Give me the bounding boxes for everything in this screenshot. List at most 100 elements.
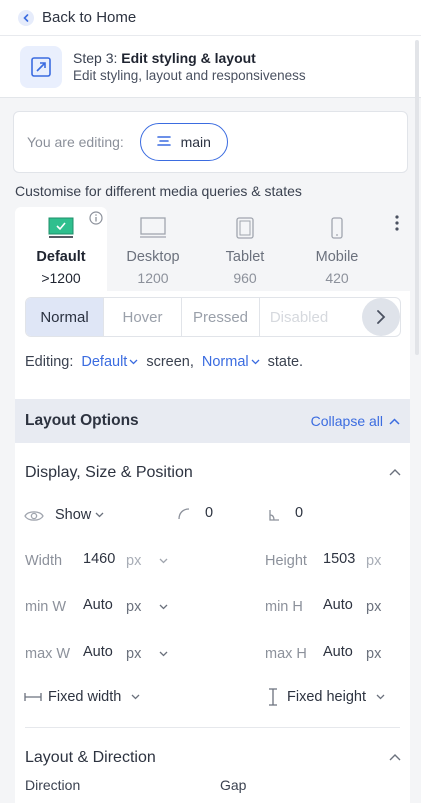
tab-tablet-name: Tablet <box>225 249 265 265</box>
display-section-title[interactable]: Display, Size & Position <box>25 464 193 482</box>
edit-layout-icon <box>20 45 62 88</box>
fixed-width-icon <box>24 693 42 701</box>
back-to-home-link[interactable]: Back to Home <box>0 0 421 36</box>
customise-label: Customise for different media queries & … <box>15 183 302 199</box>
desktop-icon <box>107 217 199 239</box>
more-options-icon[interactable] <box>390 214 404 235</box>
tab-desktop-size: 1200 <box>137 270 169 286</box>
fixed-height-dropdown[interactable]: Fixed height <box>287 689 385 705</box>
min-width-label: min W <box>25 599 67 615</box>
chevron-down-icon <box>251 359 260 365</box>
min-height-input[interactable]: Auto <box>323 597 353 613</box>
fixed-width-dropdown[interactable]: Fixed width <box>48 689 140 705</box>
layout-content: Display, Size & Position Show 0 0 Width … <box>15 443 410 803</box>
max-width-unit: px <box>126 646 142 662</box>
chevron-left-icon <box>18 9 34 26</box>
element-name: main <box>180 134 211 150</box>
gap-label: Gap <box>220 777 247 793</box>
chevron-down-icon[interactable] <box>159 651 168 657</box>
height-unit: px <box>366 553 382 569</box>
state-suffix: state. <box>267 354 304 370</box>
width-unit: px <box>126 553 142 569</box>
min-height-unit: px <box>366 599 382 615</box>
state-tabs: Normal Hover Pressed Disabled <box>25 297 401 337</box>
info-icon[interactable] <box>89 211 103 228</box>
fixed-width-value: Fixed width <box>48 689 122 705</box>
fixed-height-value: Fixed height <box>287 689 366 705</box>
chevron-right-icon <box>377 310 386 324</box>
chevron-down-icon <box>129 359 138 365</box>
screen-value: Default <box>81 354 128 370</box>
element-list-icon <box>156 134 171 150</box>
step-subtitle: Edit styling, layout and responsiveness <box>73 67 306 83</box>
chevron-down-icon[interactable] <box>159 558 168 564</box>
max-height-label: max H <box>265 646 307 662</box>
chevron-up-icon[interactable] <box>389 468 401 476</box>
chevron-down-icon <box>95 512 104 518</box>
state-dropdown[interactable]: Normal <box>202 354 260 370</box>
scrollbar[interactable] <box>415 40 419 355</box>
media-query-tabs: Default >1200 Desktop 1200 Tablet 960 Mo… <box>15 207 410 291</box>
rotation-input[interactable]: 0 <box>295 505 303 521</box>
direction-section-title[interactable]: Layout & Direction <box>25 749 156 767</box>
direction-label: Direction <box>25 777 81 793</box>
min-height-label: min H <box>265 599 303 615</box>
step-title: Step 3: Edit styling & layout <box>73 49 256 66</box>
tab-default-name: Default <box>36 249 86 265</box>
collapse-all-button[interactable]: Collapse all <box>311 413 400 429</box>
chevron-up-icon <box>389 417 400 425</box>
chevron-down-icon <box>376 694 385 700</box>
height-input[interactable]: 1503 <box>323 551 355 567</box>
element-selector-pill[interactable]: main <box>139 123 228 161</box>
chevron-up-icon[interactable] <box>389 753 401 761</box>
tablet-icon <box>199 217 291 239</box>
screen-dropdown[interactable]: Default <box>81 354 138 370</box>
scroll-states-button[interactable] <box>362 298 400 336</box>
editing-prefix: Editing: <box>25 354 74 370</box>
max-height-unit: px <box>366 646 382 662</box>
max-width-label: max W <box>25 646 71 662</box>
editing-label: You are editing: <box>27 134 124 150</box>
editing-card: You are editing: main <box>13 111 408 173</box>
screen-suffix: screen, <box>146 354 194 370</box>
chevron-down-icon <box>131 694 140 700</box>
radius-input[interactable]: 0 <box>205 505 213 521</box>
mobile-icon <box>291 217 383 239</box>
tab-desktop[interactable]: Desktop 1200 <box>107 207 199 291</box>
layout-options-title: Layout Options <box>25 412 139 429</box>
tab-mobile-size: 420 <box>325 270 349 286</box>
visibility-dropdown[interactable]: Show <box>55 507 104 523</box>
max-width-input[interactable]: Auto <box>83 644 113 660</box>
width-input[interactable]: 1460 <box>83 551 115 567</box>
state-disabled[interactable]: Disabled <box>260 298 338 336</box>
tab-mobile-name: Mobile <box>315 249 359 265</box>
min-width-unit: px <box>126 599 142 615</box>
tab-mobile[interactable]: Mobile 420 <box>291 207 383 291</box>
section-divider <box>25 727 400 728</box>
fixed-height-icon <box>269 688 277 706</box>
height-label: Height <box>265 553 307 569</box>
state-value: Normal <box>201 354 249 370</box>
state-hover[interactable]: Hover <box>104 298 182 336</box>
tab-tablet-size: 960 <box>233 270 257 286</box>
editing-summary: Editing: Default screen, Normal state. <box>25 354 303 370</box>
collapse-all-label: Collapse all <box>310 413 383 429</box>
state-pressed[interactable]: Pressed <box>182 298 260 336</box>
layout-options-header: Layout Options Collapse all <box>15 399 410 443</box>
visibility-value: Show <box>55 507 92 523</box>
max-height-input[interactable]: Auto <box>323 644 353 660</box>
tab-default[interactable]: Default >1200 <box>15 207 107 291</box>
chevron-down-icon[interactable] <box>159 604 168 610</box>
tab-default-size: >1200 <box>41 270 81 286</box>
eye-icon <box>24 511 44 521</box>
min-width-input[interactable]: Auto <box>83 597 113 613</box>
step-header: Step 3: Edit styling & layout Edit styli… <box>0 36 421 98</box>
tab-desktop-name: Desktop <box>126 249 180 265</box>
corner-radius-icon <box>178 508 190 520</box>
tab-tablet[interactable]: Tablet 960 <box>199 207 291 291</box>
back-label: Back to Home <box>42 9 137 26</box>
width-label: Width <box>25 553 63 569</box>
state-normal[interactable]: Normal <box>26 298 104 336</box>
state-panel: Normal Hover Pressed Disabled Editing: D… <box>15 291 410 399</box>
angle-icon <box>269 510 279 521</box>
